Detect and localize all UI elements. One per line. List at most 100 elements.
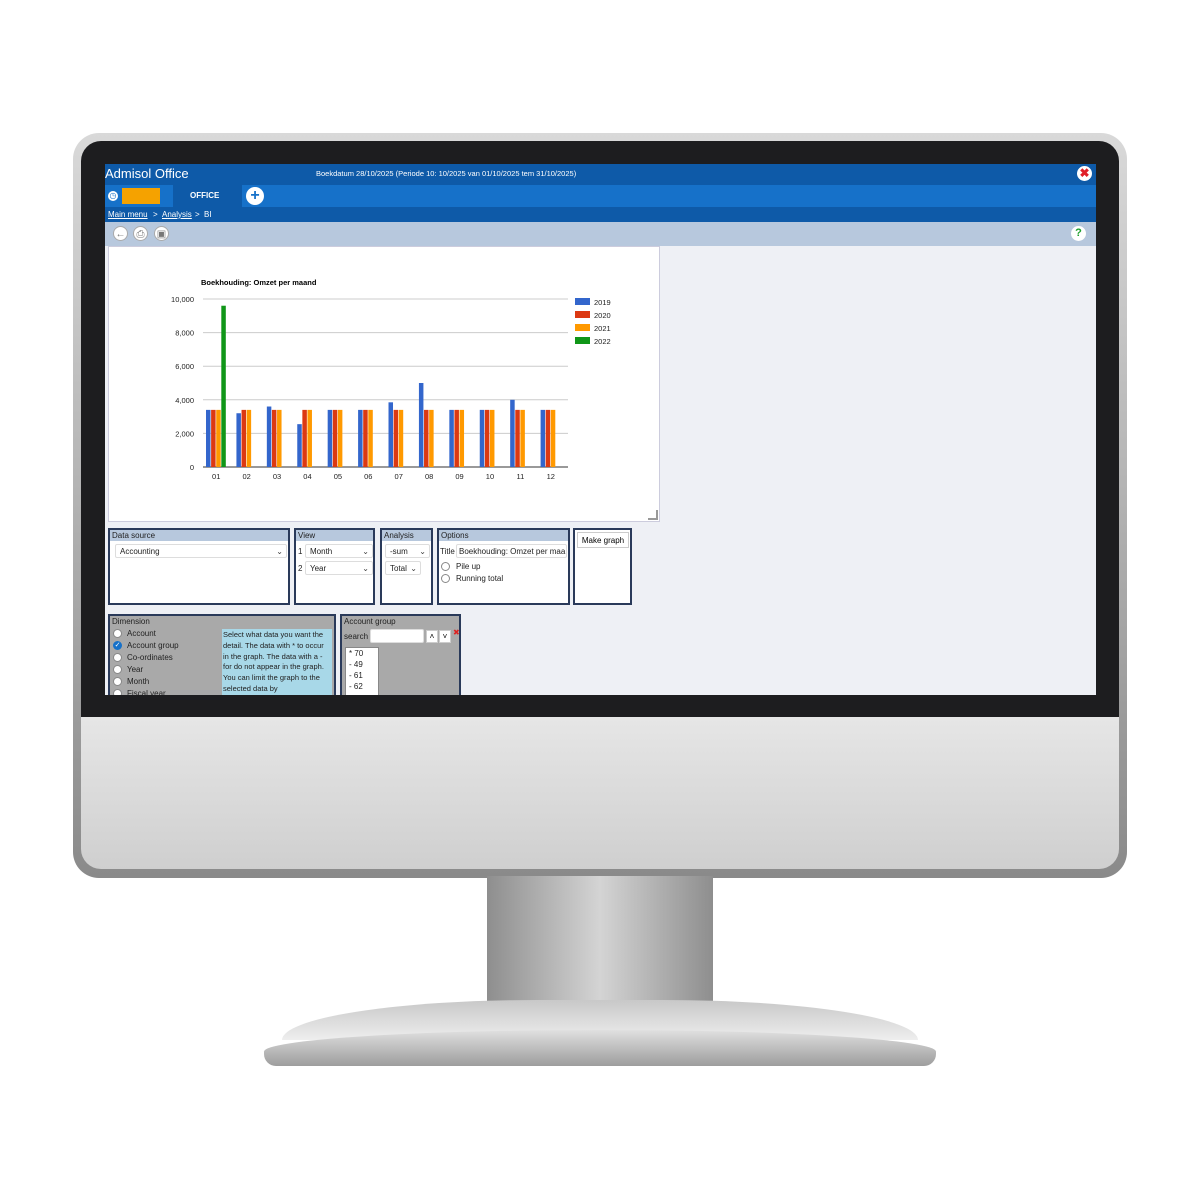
back-arrow-icon[interactable]: ← bbox=[113, 226, 128, 241]
clear-icon[interactable]: ✖ bbox=[453, 628, 460, 637]
breadcrumb-analysis[interactable]: Analysis bbox=[162, 210, 192, 219]
help-icon[interactable]: ? bbox=[1071, 226, 1086, 241]
bar-2020-12 bbox=[545, 409, 551, 467]
x-tick-label: 03 bbox=[273, 472, 281, 481]
chart-panel: Boekhouding: Omzet per maand 0 2,000 4,000 6… bbox=[108, 246, 660, 522]
close-icon[interactable]: ✖ bbox=[1077, 166, 1092, 181]
x-tick-label: 11 bbox=[516, 472, 524, 481]
x-tick-label: 09 bbox=[455, 472, 463, 481]
add-tab-icon[interactable]: + bbox=[246, 187, 264, 205]
dimension-header: Dimension bbox=[110, 616, 334, 627]
make-graph-button[interactable]: Make graph bbox=[577, 532, 629, 548]
bar-2021-09 bbox=[459, 409, 465, 467]
x-tick-label: 10 bbox=[486, 472, 494, 481]
chevron-down-icon: ⌄ bbox=[419, 547, 426, 556]
account-group-search-label: search bbox=[344, 632, 369, 641]
app-screen: Admisol Office Boekdatum 28/10/2025 (Per… bbox=[105, 164, 1096, 695]
account-group-panel: Account group search ˄ ˅ ✖ * 70 - 49 - 61 -… bbox=[340, 614, 461, 695]
legend-label: 2019 bbox=[594, 298, 611, 307]
x-tick-label: 05 bbox=[334, 472, 342, 481]
dimension-checkbox[interactable] bbox=[113, 677, 122, 686]
save-icon[interactable]: ▣ bbox=[154, 226, 169, 241]
account-group-item[interactable]: - 61 bbox=[349, 671, 363, 680]
chevron-down-icon: ⌄ bbox=[410, 564, 417, 573]
legend-label: 2022 bbox=[594, 337, 611, 346]
view-select-1-value: Month bbox=[310, 547, 333, 556]
tab-highlight[interactable] bbox=[122, 188, 160, 204]
view-select-1[interactable]: Month ⌄ bbox=[305, 544, 373, 558]
chevron-down-icon[interactable]: ˅ bbox=[439, 630, 451, 643]
dimension-checkbox[interactable] bbox=[113, 689, 122, 695]
bar-2020-10 bbox=[484, 409, 490, 467]
x-tick-label: 08 bbox=[425, 472, 433, 481]
bar-2019-03 bbox=[266, 406, 272, 467]
view-header: View bbox=[296, 530, 373, 541]
bar-2020-11 bbox=[515, 409, 520, 467]
breadcrumb: Main menu > Analysis > BI bbox=[105, 207, 1096, 222]
breadcrumb-main-menu[interactable]: Main menu bbox=[108, 210, 148, 219]
dimension-label: Account group bbox=[127, 641, 179, 650]
view-select-2-value: Year bbox=[310, 564, 327, 573]
bar-2019-11 bbox=[510, 399, 515, 467]
y-tick-label: 2,000 bbox=[175, 429, 194, 438]
dimension-checkbox[interactable]: ✓ bbox=[113, 641, 122, 650]
options-title-value: Boekhouding: Omzet per maa bbox=[459, 547, 566, 556]
booking-info: Boekdatum 28/10/2025 (Periode 10: 10/202… bbox=[316, 169, 577, 178]
data-source-panel: Data source Accounting ⌄ bbox=[108, 528, 290, 605]
bar-2020-08 bbox=[424, 409, 429, 467]
analysis-total-select[interactable]: Total ⌄ bbox=[385, 561, 421, 575]
account-group-list[interactable]: * 70 - 49 - 61 - 62 bbox=[345, 647, 379, 695]
bar-2021-07 bbox=[398, 409, 404, 467]
running-total-checkbox[interactable] bbox=[441, 574, 450, 583]
analysis-function-select[interactable]: -sum ⌄ bbox=[385, 544, 430, 558]
bar-2021-04 bbox=[307, 409, 312, 467]
analysis-function-value: -sum bbox=[390, 547, 408, 556]
monitor-base bbox=[264, 1030, 936, 1066]
tab-office[interactable]: OFFICE bbox=[173, 185, 242, 207]
bar-2019-08 bbox=[418, 383, 424, 467]
chevron-down-icon: ⌄ bbox=[276, 547, 283, 556]
chevron-down-icon: ⌄ bbox=[362, 547, 369, 556]
tab-office-label: OFFICE bbox=[190, 191, 220, 200]
account-group-search-input[interactable] bbox=[370, 629, 424, 643]
x-tick-label: 12 bbox=[547, 472, 555, 481]
y-tick-label: 4,000 bbox=[175, 396, 194, 405]
dimension-panel: Dimension Account ✓ Account group Co-ordina… bbox=[108, 614, 336, 695]
options-panel: Options Title Boekhouding: Omzet per maa… bbox=[437, 528, 570, 605]
dimension-checkbox[interactable] bbox=[113, 665, 122, 674]
breadcrumb-separator: > bbox=[195, 210, 200, 219]
clock-icon[interactable]: ◷ bbox=[108, 191, 118, 201]
dimension-label: Fiscal year bbox=[127, 689, 166, 695]
x-tick-label: 07 bbox=[395, 472, 403, 481]
account-group-item[interactable]: - 49 bbox=[349, 660, 363, 669]
options-header: Options bbox=[439, 530, 568, 541]
pile-up-checkbox[interactable] bbox=[441, 562, 450, 571]
resize-handle[interactable] bbox=[648, 510, 658, 520]
dimension-label: Year bbox=[127, 665, 144, 674]
bar-2021-08 bbox=[429, 409, 434, 467]
bar-2019-09 bbox=[449, 409, 454, 467]
legend-swatch-2020 bbox=[575, 311, 590, 318]
data-source-value: Accounting bbox=[120, 547, 160, 556]
print-icon[interactable]: ⎙ bbox=[133, 226, 148, 241]
app-title: Admisol Office bbox=[105, 166, 189, 181]
account-group-item[interactable]: * 70 bbox=[349, 649, 363, 658]
bar-chart: Boekhouding: Omzet per maand 0 2,000 4,000 6… bbox=[171, 278, 611, 481]
bar-2021-10 bbox=[489, 409, 495, 467]
dimension-checkbox[interactable] bbox=[113, 629, 122, 638]
account-group-item[interactable]: - 62 bbox=[349, 682, 363, 691]
chart-title: Boekhouding: Omzet per maand bbox=[201, 278, 317, 287]
view-row-number: 2 bbox=[298, 564, 303, 573]
dimension-checkbox[interactable] bbox=[113, 653, 122, 662]
options-title-input[interactable]: Boekhouding: Omzet per maa bbox=[456, 544, 567, 558]
bar-2019-01 bbox=[206, 409, 211, 467]
bar-2021-01 bbox=[216, 409, 221, 467]
analysis-header: Analysis bbox=[382, 530, 431, 541]
dimension-label: Account bbox=[127, 629, 156, 638]
data-source-header: Data source bbox=[110, 530, 288, 541]
options-title-label: Title bbox=[440, 547, 455, 556]
chevron-up-icon[interactable]: ˄ bbox=[426, 630, 438, 643]
bar-2020-04 bbox=[302, 409, 307, 467]
view-select-2[interactable]: Year ⌄ bbox=[305, 561, 373, 575]
data-source-select[interactable]: Accounting ⌄ bbox=[115, 544, 287, 558]
